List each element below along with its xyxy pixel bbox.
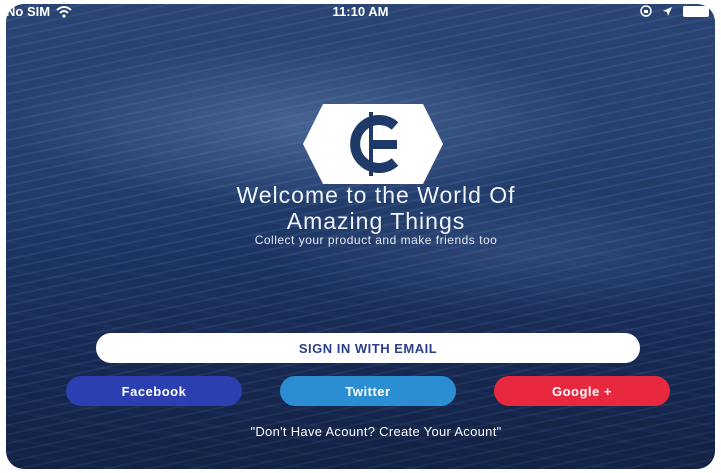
twitter-button[interactable]: Twitter (280, 376, 456, 406)
create-account-link[interactable]: "Don't Have Acount? Create Your Acount" (66, 424, 686, 439)
battery-icon (683, 5, 709, 17)
status-bar: No SIM 11:10 AM (6, 4, 715, 22)
login-screen: No SIM 11:10 AM Welcome to the World Of (6, 4, 715, 469)
welcome-subtitle: Collect your product and make friends to… (254, 233, 498, 247)
lock-rotation-icon (640, 5, 652, 17)
g-hexagon-logo (303, 104, 443, 184)
status-icons (640, 5, 709, 17)
welcome-title-line1: Welcome to the World Of (236, 182, 516, 208)
welcome-title-line2: Amazing Things (286, 208, 466, 234)
google-plus-button[interactable]: Google + (494, 376, 670, 406)
location-arrow-icon (663, 6, 672, 16)
welcome-title: Welcome to the World Of Amazing Things (66, 182, 686, 234)
facebook-button[interactable]: Facebook (66, 376, 242, 406)
status-time: 11:10 AM (332, 4, 389, 19)
sign-in-email-button[interactable]: SIGN IN WITH EMAIL (96, 333, 640, 363)
